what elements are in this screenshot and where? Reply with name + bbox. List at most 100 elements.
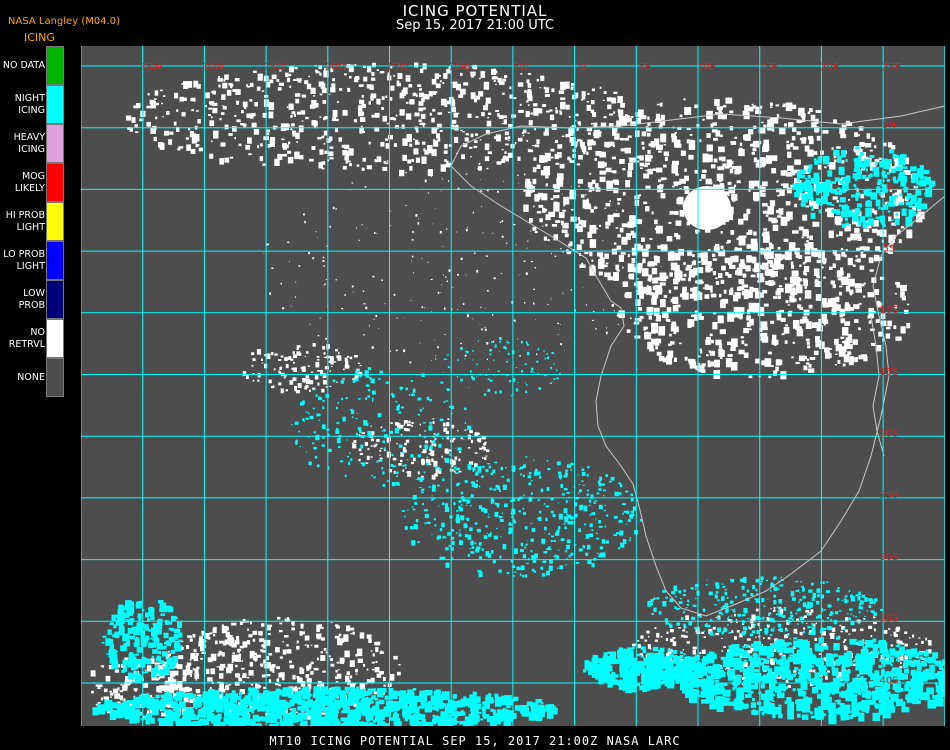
cloud-patch [570,86,574,90]
night-icing-patch [525,382,527,384]
cloud-patch [544,127,549,133]
night-icing-patch [743,607,748,614]
cloud-patch [821,631,826,636]
night-icing-patch [594,499,596,501]
night-icing-patch [855,196,859,201]
cloud-patch [710,289,713,293]
night-icing-patch [839,197,846,203]
cloud-patch [622,117,627,123]
night-icing-patch [678,607,681,610]
cloud-patch [900,284,907,292]
night-icing-patch [486,552,489,554]
night-icing-patch [608,480,612,483]
cloud-speck [465,275,467,277]
cloud-patch [751,103,754,105]
night-icing-patch [753,626,755,628]
cloud-patch [318,81,324,87]
cloud-patch [639,155,644,161]
cloud-patch [564,233,569,238]
cloud-patch [504,131,509,136]
cloud-speck [295,281,297,283]
night-icing-patch [530,492,533,495]
night-icing-patch [469,527,473,532]
night-icing-patch [467,425,472,430]
cloud-patch [396,423,401,428]
cloud-patch [263,686,266,689]
cloud-speck [267,243,269,245]
night-icing-patch [548,533,551,535]
night-icing-patch [328,468,330,470]
cloud-speck [474,252,476,254]
cloud-patch [906,229,913,239]
cloud-patch [323,356,326,359]
cloud-patch [657,185,664,193]
cloud-patch [895,281,900,285]
cloud-patch [241,110,244,114]
night-icing-patch [515,367,518,368]
cloud-patch [570,133,574,136]
cloud-speck [530,184,532,186]
cloud-speck [421,306,424,309]
legend-swatch [46,85,64,124]
cloud-patch [616,269,620,272]
night-icing-patch [570,520,574,525]
night-icing-patch [811,178,817,184]
cloud-patch [666,307,672,313]
night-icing-patch [595,532,598,534]
cloud-patch [621,223,629,228]
night-icing-patch [865,202,872,206]
cloud-speck [335,279,337,281]
night-icing-patch [312,407,315,410]
cloud-patch [873,254,880,262]
cloud-patch [428,91,433,97]
night-icing-patch [827,604,832,608]
cloud-patch [91,690,94,694]
cloud-patch [299,631,303,636]
cloud-patch [257,379,260,382]
cloud-patch [733,613,736,617]
cloud-patch [682,649,684,651]
night-icing-patch [875,161,878,166]
cloud-patch [469,146,473,149]
night-icing-patch [501,475,505,478]
night-icing-patch [628,539,631,542]
cloud-patch [755,636,757,638]
night-icing-patch [929,664,935,672]
cloud-patch [335,669,338,673]
cloud-patch [714,359,720,368]
cloud-patch [368,101,371,105]
night-icing-patch [435,465,438,470]
cloud-patch [186,645,190,649]
cloud-patch [747,290,751,295]
cloud-patch [520,73,523,75]
night-icing-patch [404,526,408,530]
night-icing-patch [578,484,581,486]
cloud-patch [689,134,693,136]
cloud-patch [641,141,645,145]
cloud-speck [562,292,564,294]
night-icing-patch [781,615,786,618]
cloud-patch [236,119,241,123]
cloud-speck [413,272,414,274]
cloud-patch [881,320,887,326]
cloud-patch [292,66,295,69]
cloud-patch [335,349,338,352]
cloud-patch [398,664,401,666]
night-icing-patch [790,591,795,597]
night-icing-patch [779,628,782,631]
night-icing-patch [549,382,552,384]
cloud-patch [783,327,790,334]
cloud-patch [527,132,530,134]
night-icing-patch [891,219,894,221]
night-icing-patch [501,512,504,514]
cloud-patch [645,169,648,172]
cloud-patch [231,655,237,662]
cloud-patch [168,139,173,145]
cloud-patch [570,126,575,132]
night-icing-patch [459,529,461,531]
cloud-patch [155,116,158,120]
night-icing-patch [571,553,573,555]
cloud-patch [620,148,627,152]
cloud-patch [803,365,808,371]
cloud-patch [799,137,804,141]
